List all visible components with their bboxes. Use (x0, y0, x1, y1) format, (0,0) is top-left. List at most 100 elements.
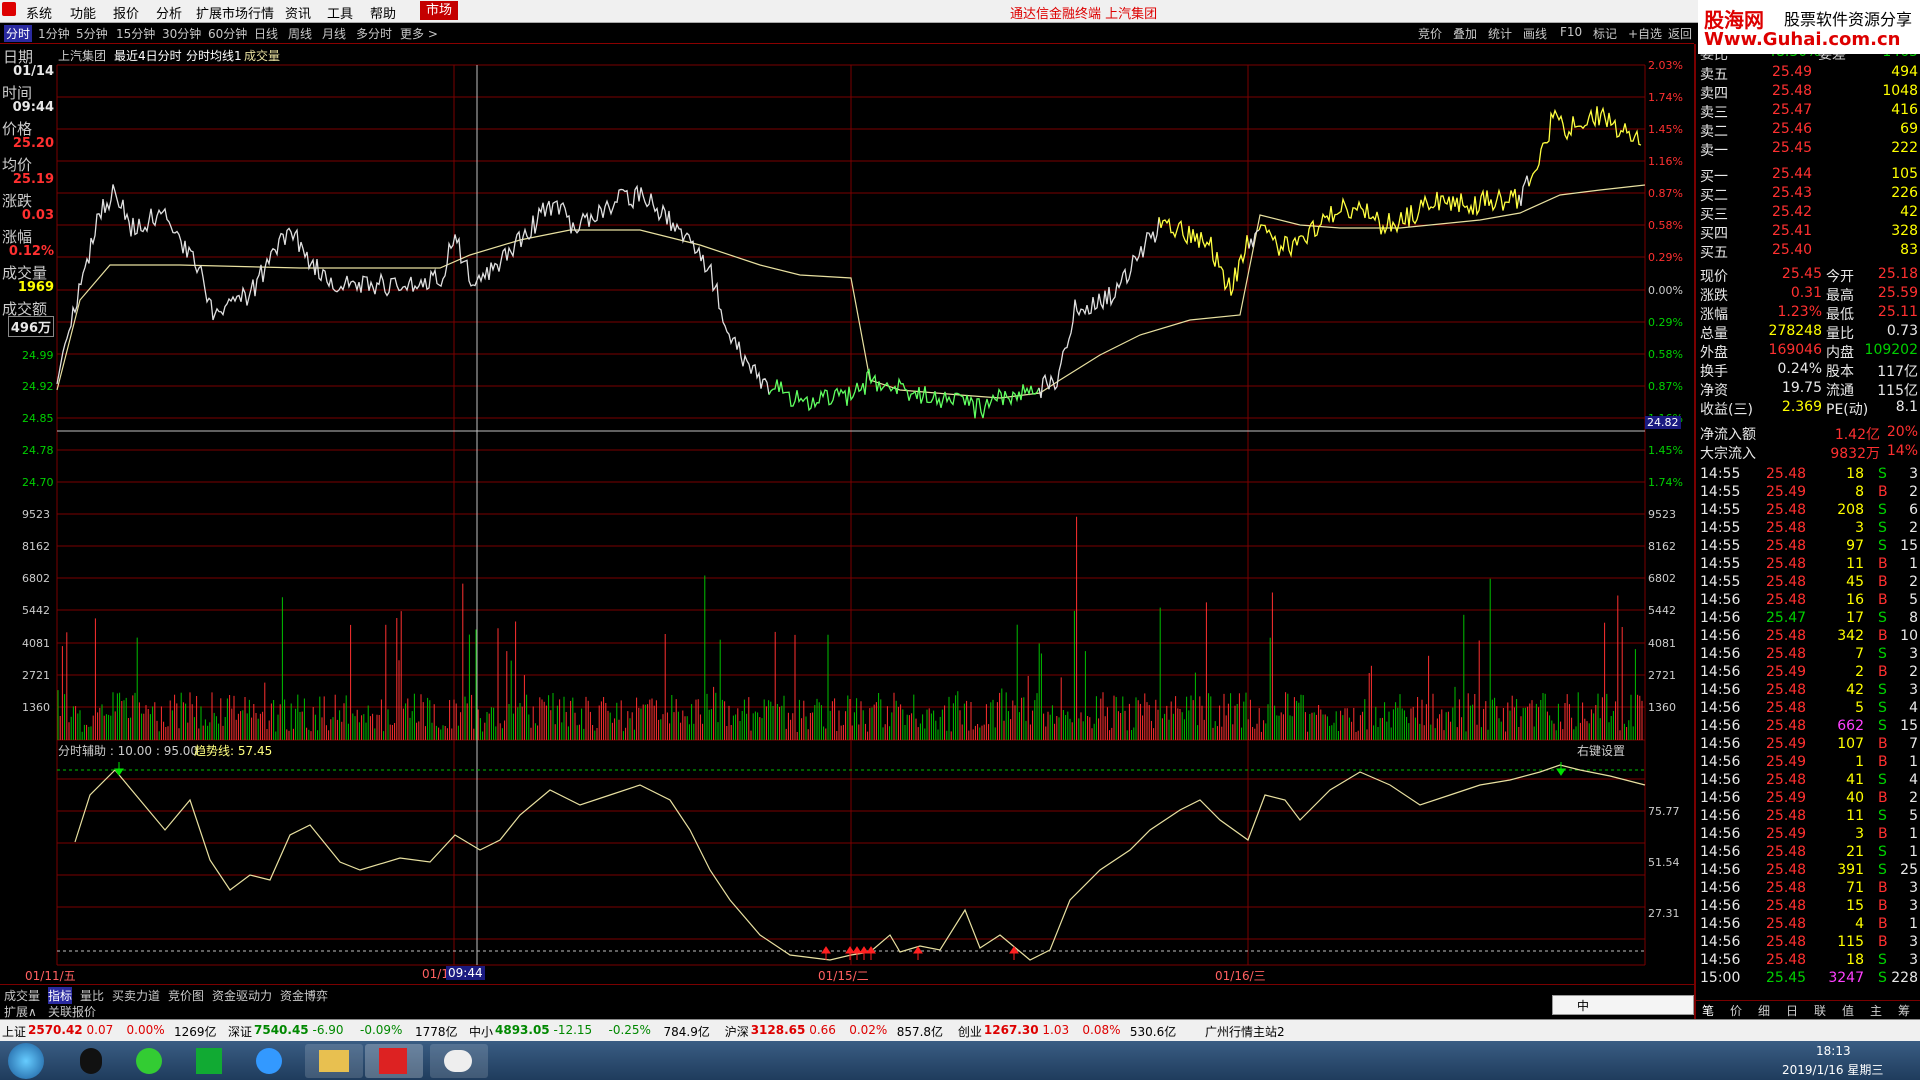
menu-system[interactable]: 系统 (26, 3, 52, 22)
period-tab-1min[interactable]: 1分钟 (38, 25, 70, 42)
intraday-chart[interactable]: 2.03% 1.74% 1.45% 1.16% 0.87% 0.58% 0.29% 0.00%… (0, 44, 1694, 984)
index-change: 1.03 (1042, 1023, 1070, 1037)
tick-volume: 11 (1846, 556, 1864, 572)
tool-add-watchlist[interactable]: +自选 (1628, 25, 1662, 42)
period-tab-more[interactable]: 更多 > (400, 25, 438, 42)
period-tab-60min[interactable]: 60分钟 (208, 25, 247, 42)
right-tab-3[interactable]: 日 (1786, 1002, 1798, 1019)
tab-capital-game[interactable]: 资金博弈 (280, 987, 328, 1004)
app-green-icon[interactable] (180, 1044, 238, 1078)
tick-row: 14:56 25.48 7 S 3 (1700, 646, 1918, 664)
period-tab-15min[interactable]: 15分钟 (116, 25, 155, 42)
right-tab-0[interactable]: 笔 (1702, 1002, 1714, 1019)
period-tab-daily[interactable]: 日线 (254, 25, 278, 42)
tick-row: 14:55 25.48 45 B 2 (1700, 574, 1918, 592)
menu-function[interactable]: 功能 (70, 3, 96, 22)
menu-quote[interactable]: 报价 (113, 3, 139, 22)
app-icon[interactable] (2, 2, 16, 16)
index-name[interactable]: 创业 (958, 1023, 982, 1040)
tab-related-quote[interactable]: 关联报价 (48, 1003, 96, 1020)
tab-indicator[interactable]: 指标 (48, 987, 73, 1004)
quote-value: 2.369 (1781, 399, 1822, 415)
menu-market[interactable]: 市场 (420, 1, 459, 20)
chart-mode: 最近4日分时 (114, 49, 182, 63)
bid-row: 买四 25.41 328 (1700, 223, 1918, 242)
tab-auction-chart[interactable]: 竞价图 (168, 987, 204, 1004)
price-tick-label: 24.70 (22, 476, 54, 489)
tick-row: 14:56 25.49 3 B 1 (1700, 826, 1918, 844)
quote-label: 现价 (1700, 269, 1728, 285)
indicator-settings[interactable]: 右键设置 (1577, 742, 1625, 759)
tick-side: S (1878, 808, 1887, 824)
period-tab-weekly[interactable]: 周线 (288, 25, 312, 42)
station-name[interactable]: 广州行情主站2 (1205, 1023, 1285, 1040)
tool-auction[interactable]: 竞价 (1418, 25, 1442, 42)
index-name[interactable]: 沪深 (725, 1023, 749, 1040)
tick-time: 14:56 (1700, 664, 1741, 680)
info-vol: 1969 (17, 280, 54, 295)
right-tab-7[interactable]: 筹 (1898, 1002, 1910, 1019)
app-title: 通达信金融终端 上汽集团 (1010, 7, 1158, 22)
volume-tick-label: 8162 (1648, 540, 1676, 553)
bid-level-label: 买五 (1700, 245, 1728, 261)
period-tab-intraday[interactable]: 分时 (4, 25, 33, 42)
ime-indicator[interactable]: 中 (1577, 997, 1589, 1014)
tool-overlay[interactable]: 叠加 (1453, 25, 1477, 42)
date-label-0115: 01/15/二 (818, 969, 869, 983)
browser-icon[interactable] (120, 1044, 178, 1078)
tick-count: 10 (1900, 628, 1918, 644)
qq-icon[interactable] (62, 1044, 120, 1078)
menu-ext-market[interactable]: 扩展市场行情 (196, 3, 274, 22)
tdx-icon[interactable] (365, 1044, 423, 1078)
tab-volume-ratio[interactable]: 量比 (80, 987, 104, 1004)
tick-time: 14:55 (1700, 538, 1741, 554)
quote-label: 最低 (1826, 307, 1854, 323)
tool-stats[interactable]: 统计 (1488, 25, 1512, 42)
right-tab-5[interactable]: 值 (1842, 1002, 1854, 1019)
period-tab-30min[interactable]: 30分钟 (162, 25, 201, 42)
right-tab-4[interactable]: 联 (1814, 1002, 1826, 1019)
price-tick-label: 24.78 (22, 444, 54, 457)
feather-icon[interactable] (240, 1044, 298, 1078)
tick-volume: 208 (1837, 502, 1864, 518)
ime-toolbar[interactable]: 中 (1552, 995, 1694, 1015)
tick-row: 14:56 25.48 41 S 4 (1700, 772, 1918, 790)
start-button[interactable] (8, 1043, 44, 1079)
tick-count: 15 (1900, 718, 1918, 734)
tray-icons[interactable] (1552, 1053, 1752, 1069)
period-tab-multi[interactable]: 多分时 (356, 25, 392, 42)
quote-row: 涨幅 1.23% 最低 25.11 (1700, 304, 1918, 323)
period-tab-monthly[interactable]: 月线 (322, 25, 346, 42)
index-name[interactable]: 上证 (2, 1023, 26, 1040)
folder-icon[interactable] (305, 1044, 363, 1078)
menu-tools[interactable]: 工具 (327, 3, 353, 22)
ask-volume: 1048 (1882, 83, 1918, 99)
tick-price: 25.48 (1766, 934, 1807, 950)
tab-capital-drive[interactable]: 资金驱动力 (212, 987, 272, 1004)
period-tab-5min[interactable]: 5分钟 (76, 25, 108, 42)
tab-expand[interactable]: 扩展∧ (4, 1003, 37, 1020)
ask-volume: 69 (1900, 121, 1918, 137)
tick-side: B (1878, 628, 1888, 644)
right-tab-6[interactable]: 主 (1870, 1002, 1882, 1019)
right-tab-2[interactable]: 细 (1758, 1002, 1770, 1019)
right-tab-1[interactable]: 价 (1730, 1002, 1742, 1019)
tool-f10[interactable]: F10 (1560, 25, 1582, 39)
tool-draw[interactable]: 画线 (1523, 25, 1547, 42)
wechat-icon[interactable] (430, 1044, 488, 1078)
flow-row: 大宗流入 9832万 14% (1700, 443, 1918, 462)
tab-buy-sell-force[interactable]: 买卖力道 (112, 987, 160, 1004)
index-name[interactable]: 深证 (228, 1023, 252, 1040)
tick-time: 14:56 (1700, 772, 1741, 788)
tab-volume[interactable]: 成交量 (4, 987, 40, 1004)
quote-label: 总量 (1700, 326, 1728, 342)
tool-back[interactable]: 返回 (1668, 25, 1692, 42)
menu-news[interactable]: 资讯 (285, 3, 311, 22)
tick-volume: 391 (1837, 862, 1864, 878)
price-line-segments (56, 106, 1642, 419)
menu-analysis[interactable]: 分析 (156, 3, 182, 22)
menu-help[interactable]: 帮助 (370, 3, 396, 22)
tick-side: S (1878, 844, 1887, 860)
tool-mark[interactable]: 标记 (1593, 25, 1617, 42)
index-name[interactable]: 中小 (469, 1023, 493, 1040)
